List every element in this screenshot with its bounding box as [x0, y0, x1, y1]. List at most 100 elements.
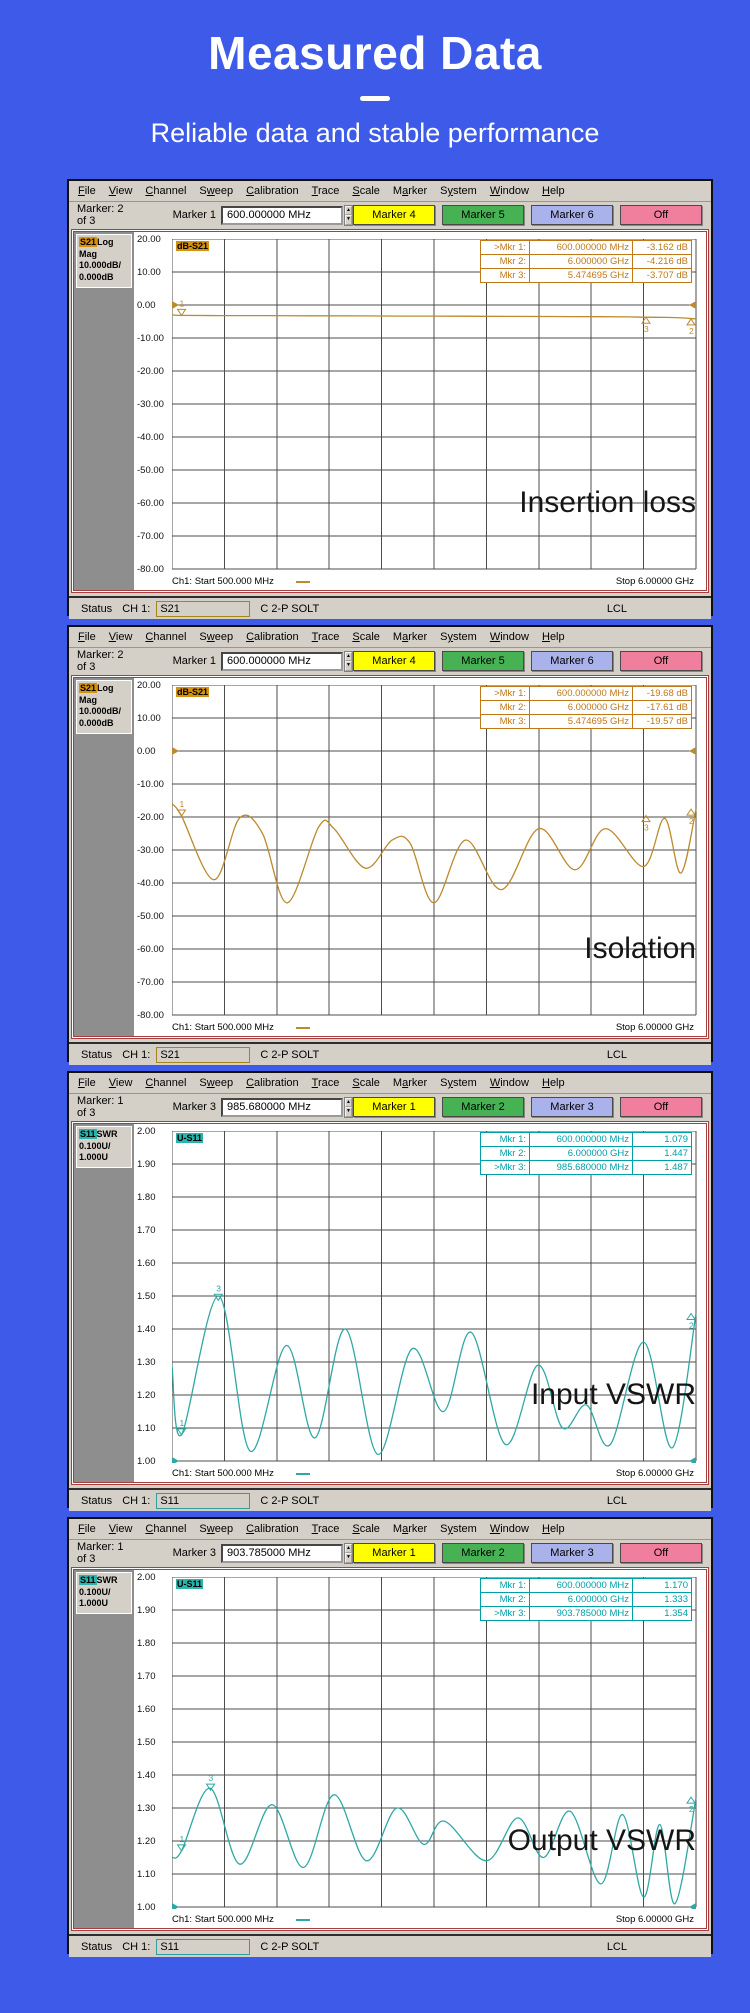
- trace-sidebar: S11SWR 0.100U/ 1.000U: [74, 1124, 134, 1482]
- marker-label: >Mkr 3:: [480, 1160, 530, 1175]
- marker-3-button[interactable]: Marker 3: [531, 1543, 613, 1563]
- marker-6-button[interactable]: Marker 6: [531, 651, 613, 671]
- menu-item-sweep[interactable]: Sweep: [199, 185, 233, 197]
- off-button[interactable]: Off: [620, 1543, 702, 1563]
- menu-item-scale[interactable]: Scale: [352, 185, 380, 197]
- menu-item-help[interactable]: Help: [542, 631, 565, 643]
- menu-item-view[interactable]: View: [109, 1077, 133, 1089]
- trace-scale-label: 0.100U/: [79, 1140, 111, 1151]
- marker-frequency: 600.000000 MHz: [529, 240, 633, 255]
- y-axis-label: 1.00: [137, 1902, 156, 1913]
- marker-frequency-input[interactable]: [221, 651, 344, 671]
- menu-item-system[interactable]: System: [440, 185, 477, 197]
- y-axis-label: -70.00: [137, 977, 164, 988]
- menu-item-sweep[interactable]: Sweep: [199, 631, 233, 643]
- marker-4-button[interactable]: Marker 4: [353, 651, 435, 671]
- menu-item-view[interactable]: View: [109, 185, 133, 197]
- marker-frequency-input[interactable]: [221, 205, 344, 225]
- marker-readout-row: Mkr 3: 5.474695 GHz -19.57 dB: [480, 714, 692, 729]
- menu-item-file[interactable]: File: [78, 1523, 96, 1535]
- off-button[interactable]: Off: [620, 1097, 702, 1117]
- marker-2-button[interactable]: Marker 2: [442, 1097, 524, 1117]
- menu-item-file[interactable]: File: [78, 631, 96, 643]
- marker-label: Mkr 2:: [480, 254, 530, 269]
- menu-item-trace[interactable]: Trace: [312, 185, 340, 197]
- menu-item-trace[interactable]: Trace: [312, 1077, 340, 1089]
- y-axis-label: 20.00: [137, 680, 161, 691]
- menu-item-calibration[interactable]: Calibration: [246, 1077, 299, 1089]
- marker-4-button[interactable]: Marker 4: [353, 205, 435, 225]
- menu-item-calibration[interactable]: Calibration: [246, 631, 299, 643]
- marker-readout-row: Mkr 3: 5.474695 GHz -3.707 dB: [480, 268, 692, 283]
- menu-item-marker[interactable]: Marker: [393, 1523, 427, 1535]
- menu-item-view[interactable]: View: [109, 1523, 133, 1535]
- stepper-up-icon[interactable]: ▲: [345, 1543, 352, 1553]
- menu-item-help[interactable]: Help: [542, 1077, 565, 1089]
- menu-item-scale[interactable]: Scale: [352, 1077, 380, 1089]
- menu-item-marker[interactable]: Marker: [393, 631, 427, 643]
- menu-item-channel[interactable]: Channel: [145, 1523, 186, 1535]
- marker-status-label: Marker: 2 of 3: [77, 649, 124, 673]
- plot-area: dB-S21 >Mkr 1: 600.000000 MHz -3.162 dB …: [134, 232, 706, 590]
- menu-item-marker[interactable]: Marker: [393, 1077, 427, 1089]
- lcl-label: LCL: [606, 1494, 627, 1507]
- y-axis-label: -20.00: [137, 812, 164, 823]
- menu-item-marker[interactable]: Marker: [393, 185, 427, 197]
- menu-item-sweep[interactable]: Sweep: [199, 1523, 233, 1535]
- menu-item-trace[interactable]: Trace: [312, 631, 340, 643]
- marker-2-button[interactable]: Marker 2: [442, 1543, 524, 1563]
- stepper-down-icon[interactable]: ▼: [345, 661, 352, 671]
- menu-item-system[interactable]: System: [440, 631, 477, 643]
- marker-1-button[interactable]: Marker 1: [353, 1097, 435, 1117]
- marker-frequency-input[interactable]: [221, 1543, 344, 1563]
- frequency-stepper[interactable]: ▲ ▼: [344, 650, 353, 672]
- frequency-stepper[interactable]: ▲ ▼: [344, 1096, 353, 1118]
- menu-item-calibration[interactable]: Calibration: [246, 185, 299, 197]
- menu-item-system[interactable]: System: [440, 1523, 477, 1535]
- menu-item-help[interactable]: Help: [542, 1523, 565, 1535]
- menu-item-channel[interactable]: Channel: [145, 1077, 186, 1089]
- menu-item-sweep[interactable]: Sweep: [199, 1077, 233, 1089]
- menu-item-file[interactable]: File: [78, 185, 96, 197]
- marker-1-button[interactable]: Marker 1: [353, 1543, 435, 1563]
- stepper-down-icon[interactable]: ▼: [345, 1107, 352, 1117]
- stepper-down-icon[interactable]: ▼: [345, 1553, 352, 1563]
- off-button[interactable]: Off: [620, 651, 702, 671]
- marker-frequency-input[interactable]: [221, 1097, 344, 1117]
- menu-item-help[interactable]: Help: [542, 185, 565, 197]
- stepper-up-icon[interactable]: ▲: [345, 651, 352, 661]
- menu-item-channel[interactable]: Channel: [145, 631, 186, 643]
- menu-item-scale[interactable]: Scale: [352, 631, 380, 643]
- trace-name-badge: S11: [79, 1575, 97, 1585]
- marker-label: >Mkr 3:: [480, 1606, 530, 1621]
- frequency-stepper[interactable]: ▲ ▼: [344, 204, 353, 226]
- menu-item-window[interactable]: Window: [490, 1077, 529, 1089]
- stepper-down-icon[interactable]: ▼: [345, 215, 352, 225]
- marker-3-button[interactable]: Marker 3: [531, 1097, 613, 1117]
- menu-item-scale[interactable]: Scale: [352, 1523, 380, 1535]
- menu-item-file[interactable]: File: [78, 1077, 96, 1089]
- off-button[interactable]: Off: [620, 205, 702, 225]
- menu-item-channel[interactable]: Channel: [145, 185, 186, 197]
- marker-readout-row: >Mkr 1: 600.000000 MHz -19.68 dB: [480, 686, 692, 701]
- y-axis-label: 1.70: [137, 1671, 156, 1682]
- marker-5-button[interactable]: Marker 5: [442, 651, 524, 671]
- marker-6-button[interactable]: Marker 6: [531, 205, 613, 225]
- menu-item-view[interactable]: View: [109, 631, 133, 643]
- channel-label: CH 1:: [122, 1048, 151, 1061]
- menu-item-window[interactable]: Window: [490, 1523, 529, 1535]
- frequency-stepper[interactable]: ▲ ▼: [344, 1542, 353, 1564]
- stepper-up-icon[interactable]: ▲: [345, 205, 352, 215]
- menu-item-window[interactable]: Window: [490, 631, 529, 643]
- y-axis-label: 1.80: [137, 1192, 156, 1203]
- marker-label: Mkr 2:: [480, 1592, 530, 1607]
- stepper-up-icon[interactable]: ▲: [345, 1097, 352, 1107]
- menu-item-trace[interactable]: Trace: [312, 1523, 340, 1535]
- marker-value: -19.68 dB: [632, 686, 692, 701]
- menu-item-calibration[interactable]: Calibration: [246, 1523, 299, 1535]
- marker-5-button[interactable]: Marker 5: [442, 205, 524, 225]
- start-frequency-label: Ch1: Start 500.000 MHz: [172, 1914, 274, 1925]
- menu-item-window[interactable]: Window: [490, 185, 529, 197]
- svg-text:2: 2: [689, 1804, 694, 1814]
- menu-item-system[interactable]: System: [440, 1077, 477, 1089]
